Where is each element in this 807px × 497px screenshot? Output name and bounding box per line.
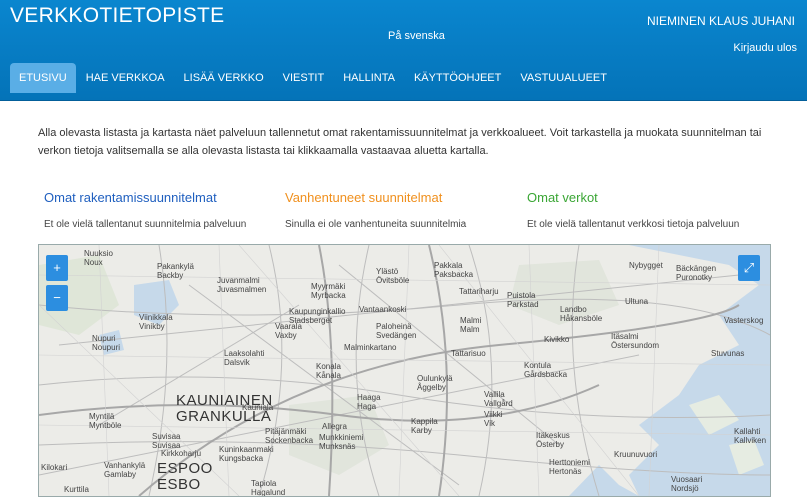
map-label: Kuninkaanmaki Kungsbacka — [219, 445, 274, 463]
map-label: Vantaankoski — [359, 305, 407, 314]
expired-empty-text: Sinulla ei ole vanhentuneita suunnitelmi… — [285, 219, 467, 230]
map-label: Kirkkoharju — [161, 449, 202, 458]
map-label: Allegra — [322, 422, 347, 431]
map-label: Pakkala Paksbacka — [434, 261, 474, 279]
fullscreen-button[interactable]: ⤢ — [738, 255, 760, 281]
main-nav: ETUSIVU HAE VERKKOA LISÄÄ VERKKO VIESTIT… — [10, 63, 617, 93]
tab-hae-verkkoa[interactable]: HAE VERKKOA — [77, 63, 174, 93]
zoom-out-button[interactable]: − — [46, 285, 68, 311]
networks-section: Omat verkot Et ole vielä tallentanut ver… — [527, 190, 747, 230]
map-label: Vanhankylä Gamlaby — [104, 461, 146, 479]
map-label: Vasterskog — [724, 316, 764, 325]
tab-lisaa-verkko[interactable]: LISÄÄ VERKKO — [175, 63, 273, 93]
map-label: Itäsalmi Östersundom — [611, 332, 660, 350]
map-label: Stuvunas — [711, 349, 745, 358]
map-label: Ylästö Övitsböle — [376, 267, 410, 285]
map-label: Viikki Vik — [484, 410, 503, 428]
tab-etusivu[interactable]: ETUSIVU — [10, 63, 76, 93]
map-label: Nybygget — [629, 261, 663, 270]
map-label: Nupuri Noupuri — [92, 334, 121, 352]
map-label: Kruunuvuori — [614, 450, 658, 459]
map-label: Oulunkylä Åggelby — [417, 374, 453, 392]
map-label: Kontula Gårdsbacka — [524, 361, 568, 379]
brand-title[interactable]: VERKKOTIETOPISTE — [10, 4, 224, 28]
map-label: Munkkiniemi Munksnäs — [319, 433, 364, 451]
map-label: Bäckängen Puronotky — [676, 264, 717, 282]
map-label: Malminkartano — [344, 343, 397, 352]
intro-text: Alla olevasta listasta ja kartasta näet … — [38, 127, 762, 157]
tab-viestit[interactable]: VIESTIT — [274, 63, 334, 93]
expired-title[interactable]: Vanhentuneet suunnitelmat — [285, 190, 505, 205]
networks-title[interactable]: Omat verkot — [527, 190, 747, 205]
map-label: Tattariharju — [459, 287, 499, 296]
map-label: Kappila Karby — [411, 417, 438, 435]
map-label: ESPOO ESBO — [157, 460, 213, 493]
map-label: Haaga Haga — [357, 393, 381, 411]
tab-hallinta[interactable]: HALLINTA — [334, 63, 404, 93]
map-label: Laaksolahti Dalsvik — [224, 349, 265, 367]
map-label: Kallahti Kallviken — [734, 427, 767, 445]
map-label: Tapiola Hagalund — [251, 479, 286, 497]
map-label: Paloheinä Svedängen — [376, 322, 417, 340]
map-label: Itäkeskus Österby — [536, 431, 570, 449]
map-label: Vallila Vallgård — [484, 390, 513, 408]
map-label: Myyrmäki Myrbacka — [311, 282, 346, 300]
map-label: Pakankylä Backby — [157, 262, 194, 280]
map-label: Landbo Håkansböle — [560, 305, 603, 323]
map-label: Kivikko — [544, 335, 570, 344]
app-header: VERKKOTIETOPISTE På svenska NIEMINEN KLA… — [0, 0, 807, 101]
map-label: Herttoniemi Hertonäs — [549, 458, 590, 476]
map-label: Kaupunginkallio Stadsberget — [289, 307, 346, 325]
map-label: Kauniala — [242, 403, 274, 412]
expired-section: Vanhentuneet suunnitelmat Sinulla ei ole… — [285, 190, 505, 230]
plans-section: Omat rakentamissuunnitelmat Et ole vielä… — [44, 190, 264, 230]
tab-vastuualueet[interactable]: VASTUUALUEET — [511, 63, 616, 93]
map-label: Pitäjänmäki Sockenbacka — [265, 427, 314, 445]
map-label: Juvanmalmi Juvasmalmen — [217, 276, 267, 294]
map-label: Ultuna — [625, 297, 649, 306]
map-label: Konala Kånala — [316, 362, 341, 380]
zoom-in-button[interactable]: + — [46, 255, 68, 281]
map-label: Viinikkala Vinikby — [139, 313, 173, 331]
plans-title[interactable]: Omat rakentamissuunnitelmat — [44, 190, 264, 205]
map-label: Tattarisuo — [451, 349, 486, 358]
map-label: Puistola Parkstad — [507, 291, 539, 309]
logout-link[interactable]: Kirjaudu ulos — [733, 42, 797, 54]
map-label: Kilokari — [41, 463, 68, 472]
map-label: Kurttila — [64, 485, 89, 494]
map-label: Suvisaa Suvisaa — [152, 432, 181, 450]
plans-empty-text: Et ole vielä tallentanut suunnitelmia pa… — [44, 219, 247, 230]
tab-kayttoohjeet[interactable]: KÄYTTÖOHJEET — [405, 63, 510, 93]
map-label: Nuuksio Noux — [84, 249, 113, 267]
map-view[interactable]: + − ⤢ Nuuksio Noux Pakankylä Backby Juvanm… — [38, 244, 771, 497]
map-label: Vuosaari Nordsjö — [671, 475, 703, 493]
user-name: NIEMINEN KLAUS JUHANI — [646, 14, 795, 28]
map-label: Myntilä Myntböle — [89, 412, 122, 430]
networks-empty-text: Et ole vielä tallentanut verkkosi tietoj… — [527, 219, 740, 230]
map-label: Malmi Malm — [460, 316, 482, 334]
language-link[interactable]: På svenska — [388, 30, 445, 42]
